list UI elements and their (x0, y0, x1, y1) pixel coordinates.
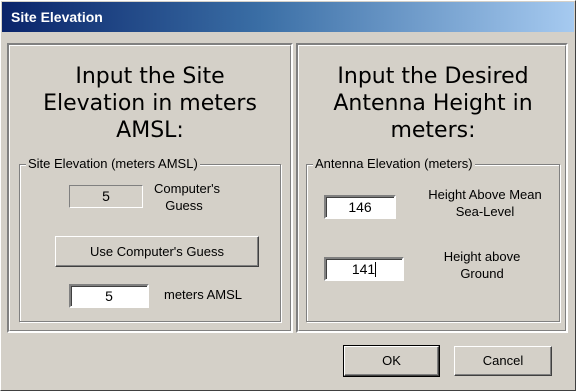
site-elevation-dialog: Site Elevation Input the Site Elevation … (0, 0, 576, 391)
antenna-elevation-group: Antenna Elevation (meters) 146 Height Ab… (306, 156, 560, 322)
site-elevation-input[interactable]: 5 (69, 284, 149, 308)
site-elevation-panel: Input the Site Elevation in meters AMSL:… (7, 43, 293, 333)
site-elevation-group-label: Site Elevation (meters AMSL) (26, 156, 200, 171)
height-ground-input[interactable]: 141 (324, 257, 404, 281)
height-msl-input[interactable]: 146 (324, 195, 396, 219)
height-msl-label: Height Above Mean Sea-Level (428, 187, 542, 219)
antenna-height-heading: Input the Desired Antenna Height in mete… (333, 64, 533, 143)
computer-guess-readout: 5 (69, 185, 143, 208)
ok-button[interactable]: OK (343, 345, 440, 377)
antenna-elevation-group-label: Antenna Elevation (meters) (313, 156, 475, 171)
site-elevation-group: Site Elevation (meters AMSL) 5 Computer'… (19, 156, 281, 322)
height-ground-value: 141 (351, 261, 376, 277)
text-caret (375, 262, 377, 277)
title-bar[interactable]: Site Elevation (2, 2, 574, 32)
computer-guess-label: Computer's Guess (154, 181, 221, 213)
meters-amsl-label: meters AMSL (164, 287, 243, 302)
use-computer-guess-button[interactable]: Use Computer's Guess (55, 236, 259, 267)
antenna-height-panel: Input the Desired Antenna Height in mete… (296, 43, 568, 333)
height-ground-label: Height above Ground (443, 249, 521, 281)
window-title: Site Elevation (11, 9, 103, 25)
site-elevation-heading: Input the Site Elevation in meters AMSL: (43, 64, 257, 143)
cancel-button[interactable]: Cancel (454, 346, 552, 376)
